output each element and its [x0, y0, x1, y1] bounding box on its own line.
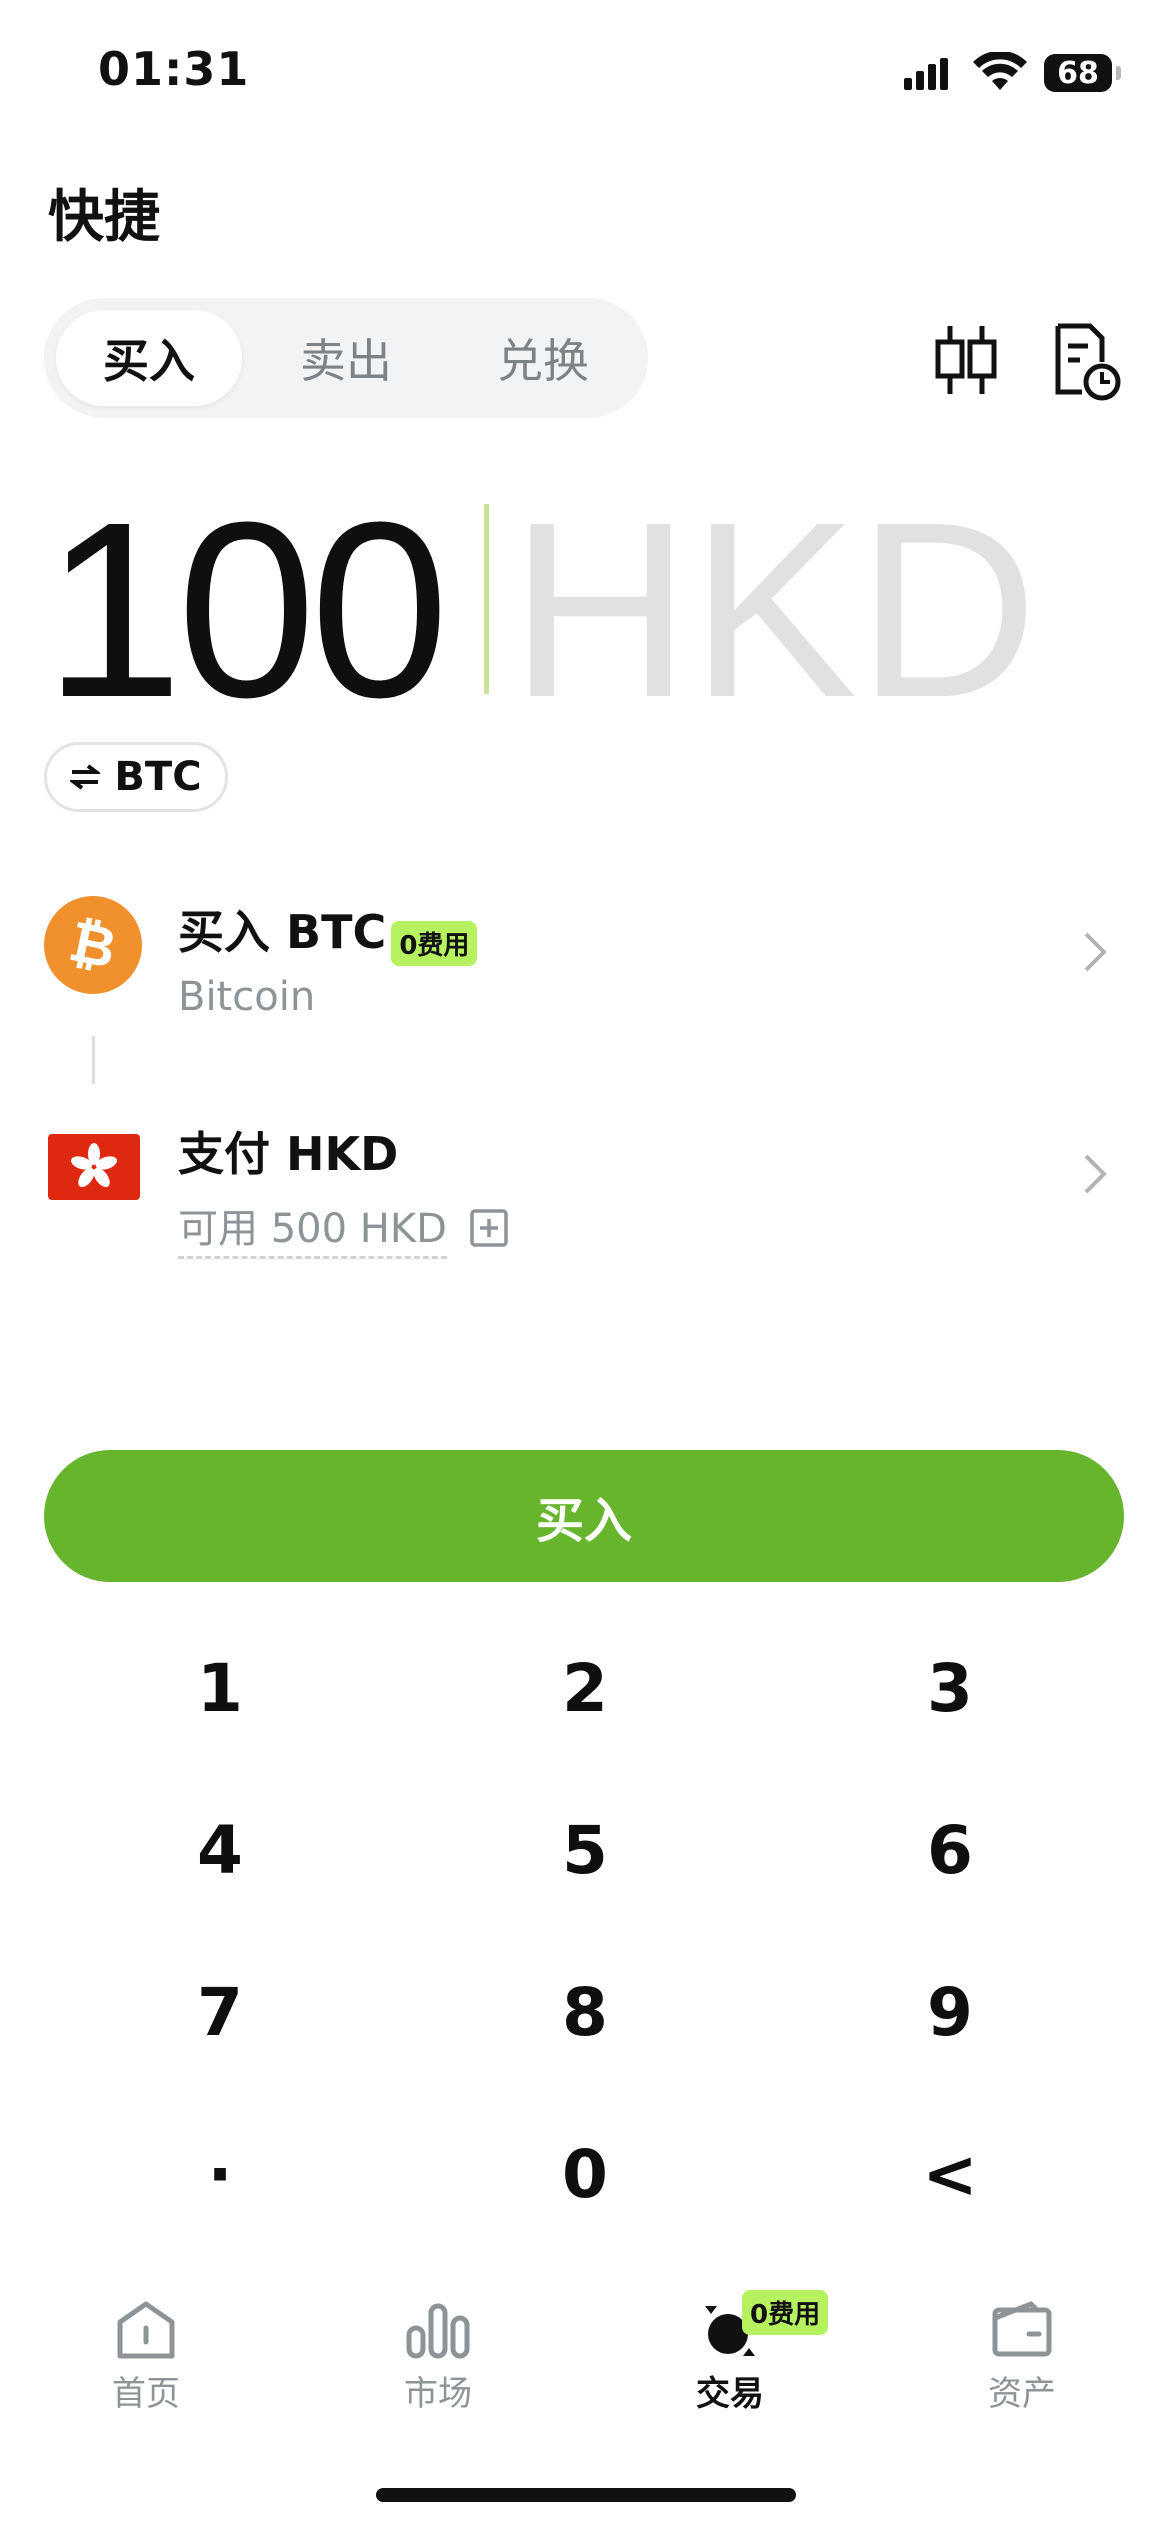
key-5[interactable]: 5: [435, 1780, 735, 1920]
key-decimal[interactable]: ·: [70, 2104, 370, 2244]
buy-asset-row[interactable]: ₿ 买入 BTC 0费用 Bitcoin: [44, 896, 1124, 1020]
nav-assets[interactable]: 资产: [922, 2300, 1122, 2430]
chevron-right-icon: [1084, 932, 1107, 972]
key-backspace[interactable]: <: [800, 2104, 1100, 2244]
pay-currency-row[interactable]: 支付 HKD 可用 500 HKD: [178, 1118, 1124, 1259]
amount-value[interactable]: 100: [44, 480, 449, 740]
battery-cap: [1116, 66, 1121, 80]
order-history-icon[interactable]: [1050, 322, 1122, 402]
nav-trade-label: 交易: [696, 2374, 764, 2414]
amount-currency: HKD: [510, 470, 1038, 749]
candlestick-chart-icon[interactable]: [930, 320, 1002, 400]
number-keypad: 1 2 3 4 5 6 7 8 9 · 0 <: [0, 1618, 1170, 2278]
key-6[interactable]: 6: [800, 1780, 1100, 1920]
hong-kong-flag-icon: [48, 1134, 140, 1200]
asset-toggle-chip[interactable]: BTC: [44, 742, 228, 812]
cellular-signal-icon: [904, 58, 948, 90]
nav-home[interactable]: 首页: [46, 2300, 246, 2430]
zero-fee-badge: 0费用: [391, 921, 478, 966]
pay-available-balance: 可用 500 HKD: [178, 1196, 447, 1259]
amount-cursor: [484, 504, 489, 694]
chevron-right-icon: [1084, 1154, 1107, 1194]
status-icons: 68: [904, 48, 1124, 98]
swap-icon: [70, 764, 101, 790]
home-indicator: [376, 2488, 796, 2502]
pay-currency-title: 支付 HKD: [178, 1127, 399, 1181]
tab-buy[interactable]: 买入: [56, 310, 242, 406]
market-bars-icon: [406, 2303, 470, 2359]
bitcoin-icon: ₿: [44, 896, 142, 994]
page-title: 快捷: [48, 185, 160, 250]
nav-assets-label: 资产: [988, 2374, 1056, 2414]
nav-market[interactable]: 市场: [338, 2300, 538, 2430]
status-time: 01:31: [98, 42, 250, 96]
buy-asset-title: 买入 BTC: [178, 905, 387, 959]
row-connector: [92, 1036, 95, 1084]
wallet-icon: [992, 2301, 1052, 2357]
key-3[interactable]: 3: [800, 1618, 1100, 1758]
key-8[interactable]: 8: [435, 1942, 735, 2082]
nav-zero-fee-badge: 0费用: [742, 2290, 829, 2335]
tab-sell[interactable]: 卖出: [253, 310, 439, 406]
battery-icon: 68: [1044, 54, 1112, 92]
buy-asset-title-line: 买入 BTC 0费用: [178, 896, 478, 966]
key-0[interactable]: 0: [435, 2104, 735, 2244]
buy-asset-subtitle: Bitcoin: [178, 974, 316, 1020]
tab-convert[interactable]: 兑换: [450, 310, 636, 406]
key-1[interactable]: 1: [70, 1618, 370, 1758]
deposit-plus-icon[interactable]: [469, 1208, 509, 1248]
nav-market-label: 市场: [404, 2374, 472, 2414]
key-7[interactable]: 7: [70, 1942, 370, 2082]
pay-available-line: 可用 500 HKD: [178, 1196, 509, 1259]
home-icon: [117, 2301, 175, 2359]
nav-home-label: 首页: [112, 2374, 180, 2414]
key-4[interactable]: 4: [70, 1780, 370, 1920]
trade-mode-tabs: 买入 卖出 兑换: [44, 298, 648, 418]
buy-button[interactable]: 买入: [44, 1450, 1124, 1582]
key-2[interactable]: 2: [435, 1618, 735, 1758]
wifi-icon: [973, 52, 1027, 90]
asset-chip-label: BTC: [114, 754, 202, 800]
key-9[interactable]: 9: [800, 1942, 1100, 2082]
